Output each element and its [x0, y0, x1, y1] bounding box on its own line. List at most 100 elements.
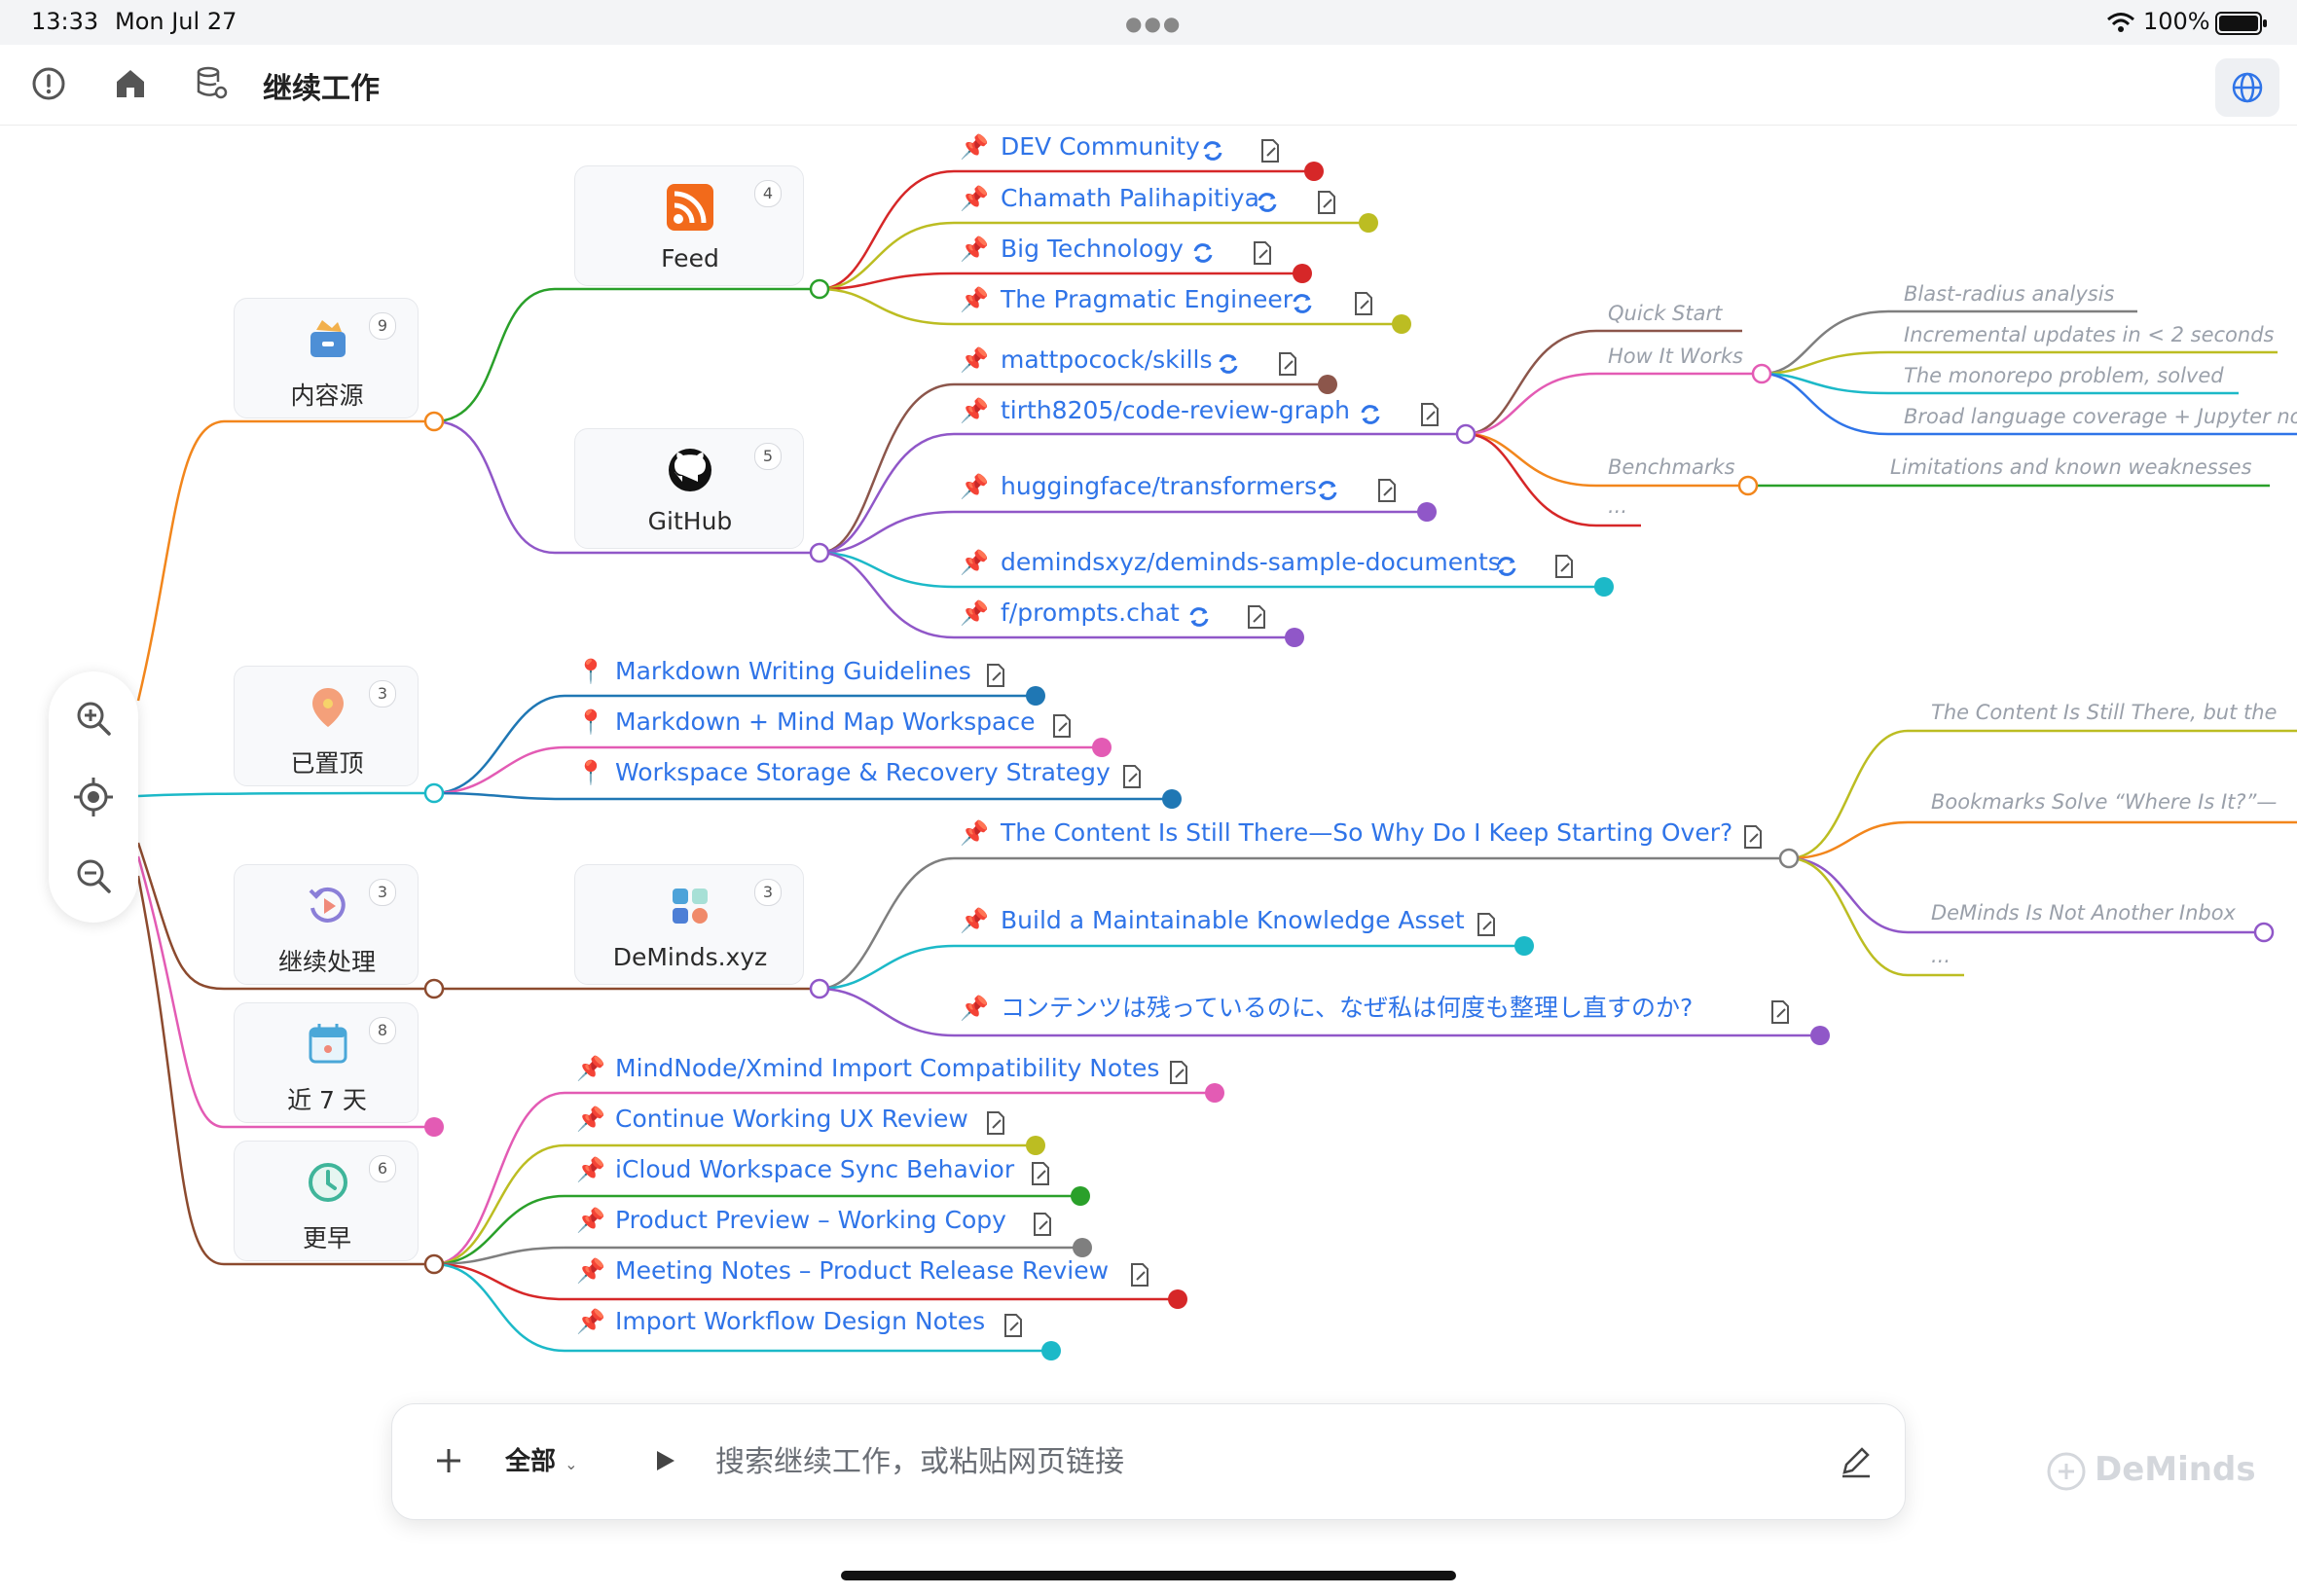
search-input[interactable] [713, 1432, 1691, 1492]
category-label: 更早 [302, 1224, 351, 1252]
outline-heading-node[interactable]: How It Works [1608, 345, 1743, 368]
outline-heading-node[interactable]: Blast-radius analysis [1904, 282, 2114, 306]
count-badge: 9 [369, 312, 396, 340]
outline-heading-node[interactable]: The monorepo problem, solved [1904, 364, 2224, 387]
document-edit-icon[interactable] [1252, 240, 1273, 266]
pushpin-icon: 📌 [960, 819, 989, 847]
document-edit-icon[interactable] [1316, 190, 1337, 215]
document-edit-icon[interactable] [1129, 1262, 1150, 1288]
deminds-item[interactable]: コンテンツは残っているのに、なぜ私は何度も整理し直すのか? [1001, 993, 1693, 1024]
source-label: GitHub [647, 507, 733, 535]
pinned-item[interactable]: Markdown Writing Guidelines [615, 656, 971, 687]
feed-item[interactable]: DEV Community [1001, 131, 1200, 163]
play-icon[interactable] [647, 1443, 682, 1478]
category-last-7-days[interactable]: 近 7 天 8 [234, 1002, 419, 1123]
github-item[interactable]: tirth8205/code-review-graph [1001, 395, 1350, 426]
document-edit-icon[interactable] [1476, 912, 1497, 937]
category-pinned[interactable]: 已置顶 3 [234, 666, 419, 786]
document-edit-icon[interactable] [1121, 764, 1143, 789]
earlier-item[interactable]: Import Workflow Design Notes [615, 1306, 985, 1337]
zoom-out-icon[interactable] [72, 854, 115, 897]
category-content-sources[interactable]: 内容源 9 [234, 298, 419, 418]
document-edit-icon[interactable] [1003, 1313, 1024, 1338]
document-edit-icon[interactable] [1259, 138, 1281, 163]
sync-icon[interactable] [1495, 555, 1518, 578]
sync-icon[interactable] [1316, 479, 1339, 502]
pinned-item[interactable]: Workspace Storage & Recovery Strategy [615, 757, 1111, 788]
document-edit-icon[interactable] [985, 663, 1006, 688]
scope-dropdown[interactable]: 全部 ⌄ [505, 1441, 577, 1477]
sync-icon[interactable] [1359, 403, 1382, 426]
document-edit-icon[interactable] [1553, 554, 1575, 579]
add-icon[interactable] [427, 1439, 470, 1482]
outline-heading-node[interactable]: The Content Is Still There, but the [1931, 701, 2277, 724]
pushpin-icon: 📌 [576, 1106, 605, 1133]
sync-icon[interactable] [1256, 191, 1279, 214]
home-indicator[interactable] [841, 1571, 1456, 1580]
mind-map-canvas[interactable]: 内容源 9 已置顶 3 继续处理 3 近 7 天 8 更早 6 Feed 4 G… [0, 125, 2297, 1596]
earlier-item[interactable]: MindNode/Xmind Import Compatibility Note… [615, 1053, 1159, 1084]
document-edit-icon[interactable] [1419, 402, 1440, 427]
document-edit-icon[interactable] [1742, 824, 1764, 850]
sync-icon[interactable] [1217, 352, 1240, 376]
sync-icon[interactable] [1191, 241, 1215, 265]
document-edit-icon[interactable] [1168, 1060, 1189, 1085]
earlier-item[interactable]: Continue Working UX Review [615, 1104, 968, 1135]
category-earlier[interactable]: 更早 6 [234, 1141, 419, 1261]
zoom-in-icon[interactable] [72, 697, 115, 740]
deminds-item[interactable]: The Content Is Still There—So Why Do I K… [1001, 817, 1732, 849]
multitasking-dots-icon[interactable]: ●●● [1125, 12, 1182, 35]
deminds-item[interactable]: Build a Maintainable Knowledge Asset [1001, 905, 1465, 936]
pushpin-icon: 📌 [960, 473, 989, 500]
source-feed[interactable]: Feed 4 [574, 165, 804, 286]
document-edit-icon[interactable] [1376, 478, 1398, 503]
document-edit-icon[interactable] [1051, 713, 1073, 739]
github-item[interactable]: huggingface/transformers [1001, 471, 1317, 502]
edge-content-sources [136, 419, 434, 702]
sync-icon[interactable] [1201, 139, 1224, 163]
outline-more-node[interactable]: ... [1608, 494, 1627, 518]
github-item[interactable]: mattpocock/skills [1001, 345, 1213, 376]
feed-item[interactable]: Big Technology [1001, 234, 1184, 265]
outline-heading-node[interactable]: Limitations and known weaknesses [1890, 455, 2252, 479]
github-item[interactable]: demindsxyz/deminds-sample-documents [1001, 547, 1501, 578]
outline-heading-node[interactable]: Quick Start [1608, 302, 1722, 325]
outline-heading-node[interactable]: Incremental updates in < 2 seconds [1904, 323, 2274, 346]
recenter-icon[interactable] [72, 776, 115, 818]
pushpin-icon: 📌 [960, 185, 989, 212]
earlier-item[interactable]: iCloud Workspace Sync Behavior [615, 1154, 1014, 1185]
document-edit-icon[interactable] [1353, 291, 1374, 316]
outline-heading-node[interactable]: Bookmarks Solve “Where Is It?”— [1931, 790, 2277, 814]
source-deminds[interactable]: DeMinds.xyz 3 [574, 864, 804, 985]
document-edit-icon[interactable] [1032, 1212, 1053, 1237]
globe-button[interactable] [2215, 58, 2279, 117]
sync-icon[interactable] [1187, 605, 1211, 629]
document-edit-icon[interactable] [1246, 604, 1267, 630]
outline-heading-node[interactable]: Benchmarks [1608, 455, 1735, 479]
wifi-icon [2107, 13, 2134, 32]
github-item[interactable]: f/prompts.chat [1001, 598, 1180, 629]
pushpin-icon: 📌 [960, 346, 989, 374]
document-edit-icon[interactable] [1277, 351, 1298, 377]
document-edit-icon[interactable] [1030, 1161, 1051, 1186]
compose-icon[interactable] [1837, 1443, 1874, 1480]
database-settings-icon[interactable] [189, 60, 236, 107]
source-github[interactable]: GitHub 5 [574, 428, 804, 549]
outline-heading-node[interactable]: Broad language coverage + Jupyter no [1904, 405, 2297, 428]
pinned-item[interactable]: Markdown + Mind Map Workspace [615, 707, 1035, 738]
earlier-item[interactable]: Product Preview – Working Copy [615, 1205, 1006, 1236]
count-badge: 3 [754, 879, 782, 906]
feed-item[interactable]: The Pragmatic Engineer [1001, 284, 1293, 315]
earlier-item[interactable]: Meeting Notes – Product Release Review [615, 1255, 1109, 1287]
home-icon[interactable] [107, 60, 154, 107]
outline-more-node[interactable]: ... [1931, 944, 1951, 967]
feed-item[interactable]: Chamath Palihapitiya [1001, 183, 1259, 214]
document-edit-icon[interactable] [1769, 999, 1791, 1025]
outline-heading-node[interactable]: DeMinds Is Not Another Inbox [1931, 901, 2236, 925]
pushpin-icon: 📌 [960, 907, 989, 934]
info-alert-icon[interactable] [25, 60, 72, 107]
pushpin-icon: 📌 [960, 236, 989, 263]
sync-icon[interactable] [1291, 292, 1314, 315]
document-edit-icon[interactable] [985, 1110, 1006, 1136]
category-continue[interactable]: 继续处理 3 [234, 864, 419, 985]
